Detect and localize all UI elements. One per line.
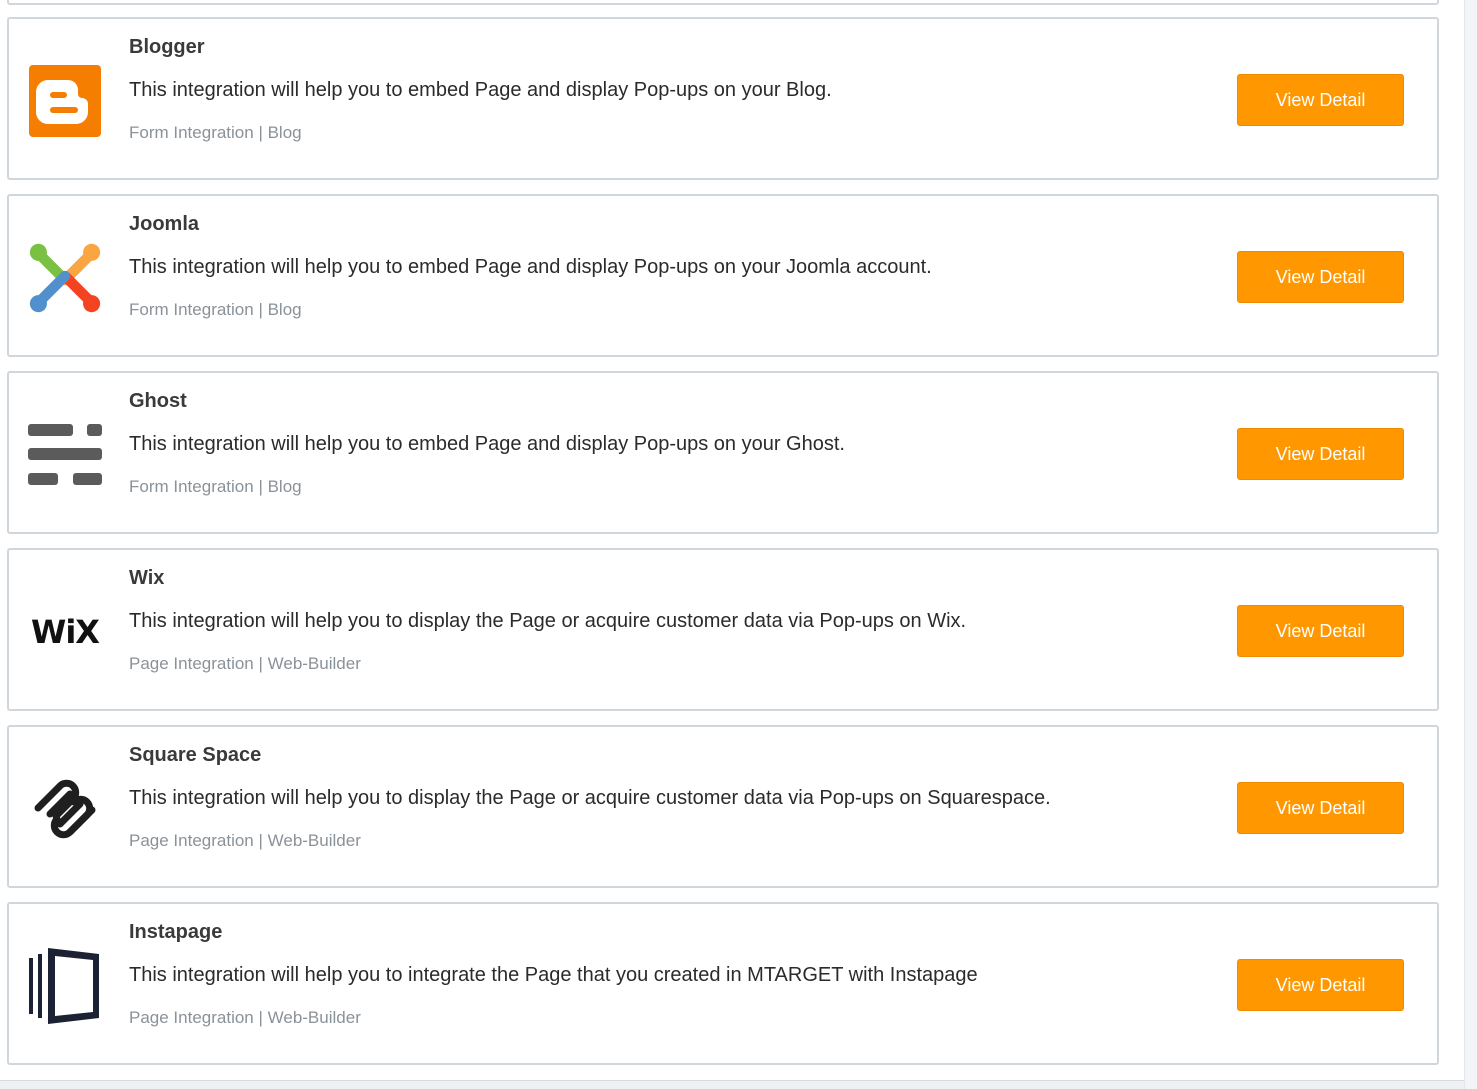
integration-description: This integration will help you to embed … <box>129 256 932 278</box>
integration-card-wix: WiX Wix This integration will help you t… <box>7 548 1439 711</box>
integration-name: Ghost <box>129 390 187 412</box>
view-detail-button[interactable]: View Detail <box>1237 959 1404 1011</box>
integration-description: This integration will help you to embed … <box>129 433 845 455</box>
squarespace-icon <box>27 771 103 847</box>
integration-description: This integration will help you to integr… <box>129 964 978 986</box>
view-detail-button[interactable]: View Detail <box>1237 74 1404 126</box>
blogger-icon <box>27 63 103 139</box>
integration-tags: Page Integration | Web-Builder <box>129 654 361 673</box>
integration-name: Blogger <box>129 36 205 58</box>
view-detail-button[interactable]: View Detail <box>1237 605 1404 657</box>
integration-name: Instapage <box>129 921 223 943</box>
integration-description: This integration will help you to embed … <box>129 79 832 101</box>
integration-tags: Page Integration | Web-Builder <box>129 1008 361 1027</box>
integration-card-previous <box>7 0 1439 5</box>
ghost-icon <box>27 417 103 493</box>
integrations-list: Blogger This integration will help you t… <box>0 0 1464 1080</box>
integration-card-instapage: Instapage This integration will help you… <box>7 902 1439 1065</box>
integration-name: Joomla <box>129 213 200 235</box>
integration-card-squarespace: Square Space This integration will help … <box>7 725 1439 888</box>
integration-card-ghost: Ghost This integration will help you to … <box>7 371 1439 534</box>
integration-tags: Form Integration | Blog <box>129 477 302 496</box>
view-detail-button[interactable]: View Detail <box>1237 251 1404 303</box>
page-bottom-strip <box>0 1080 1464 1089</box>
joomla-icon <box>27 240 103 316</box>
integration-tags: Form Integration | Blog <box>129 300 302 319</box>
instapage-icon <box>27 948 103 1024</box>
integrations-page: Blogger This integration will help you t… <box>0 0 1477 1089</box>
vertical-scrollbar[interactable] <box>1464 0 1477 1089</box>
integration-description: This integration will help you to displa… <box>129 787 1051 809</box>
integration-name: Wix <box>129 567 165 589</box>
integration-card-joomla: Joomla This integration will help you to… <box>7 194 1439 357</box>
integration-tags: Form Integration | Blog <box>129 123 302 142</box>
view-detail-button[interactable]: View Detail <box>1237 428 1404 480</box>
integration-description: This integration will help you to displa… <box>129 610 967 632</box>
integration-card-blogger: Blogger This integration will help you t… <box>7 17 1439 180</box>
integration-name: Square Space <box>129 744 262 766</box>
integration-tags: Page Integration | Web-Builder <box>129 831 361 850</box>
wix-logo-text: WiX <box>31 613 100 651</box>
view-detail-button[interactable]: View Detail <box>1237 782 1404 834</box>
wix-icon: WiX <box>27 594 103 670</box>
